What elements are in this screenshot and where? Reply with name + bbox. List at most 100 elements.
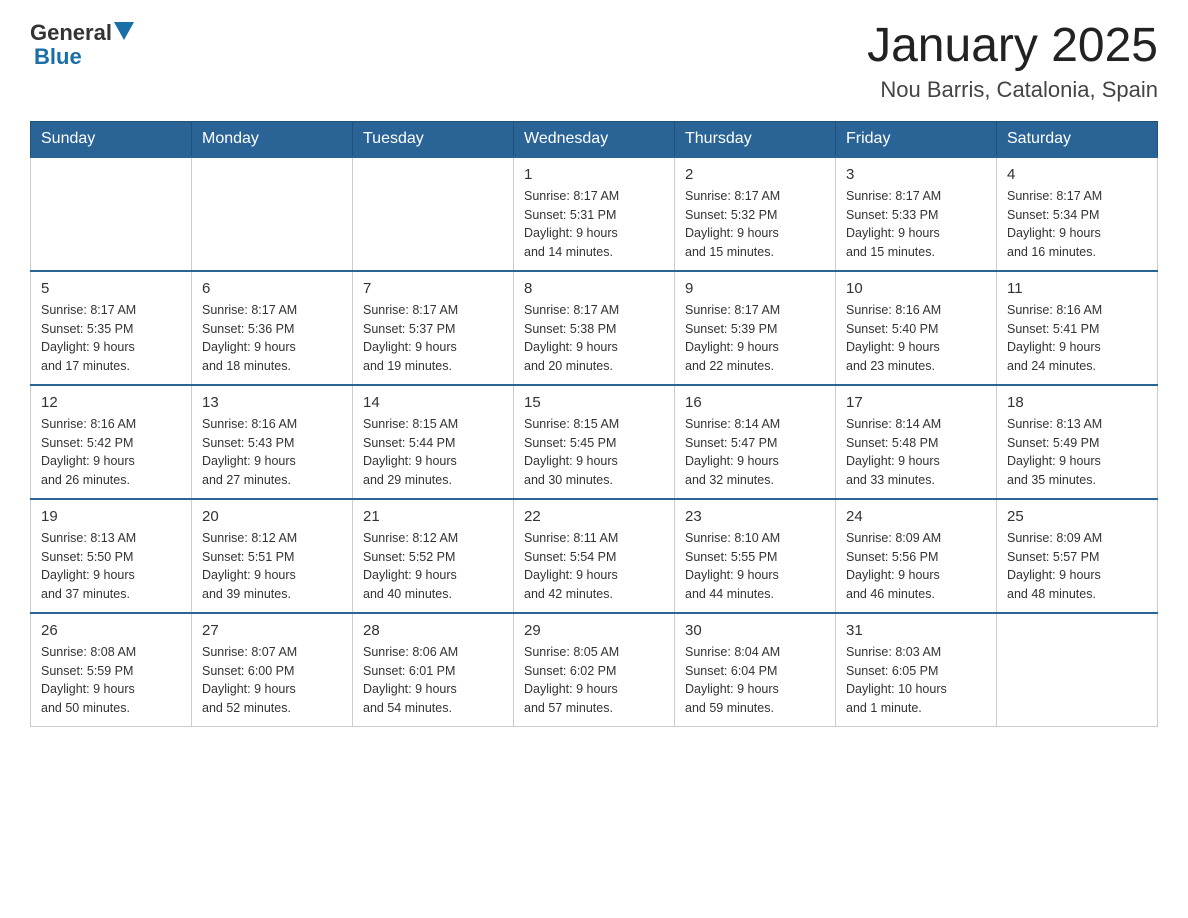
day-number: 15 [524,394,664,411]
month-title: January 2025 [867,20,1158,73]
calendar-cell: 31 Sunrise: 8:03 AM Sunset: 6:05 PM Dayli… [836,613,997,727]
day-number: 8 [524,280,664,297]
day-info: Sunrise: 8:12 AM Sunset: 5:52 PM Dayligh… [363,529,503,604]
weekday-header-tuesday: Tuesday [353,121,514,157]
day-number: 31 [846,622,986,639]
day-number: 21 [363,508,503,525]
day-info: Sunrise: 8:13 AM Sunset: 5:50 PM Dayligh… [41,529,181,604]
day-info: Sunrise: 8:05 AM Sunset: 6:02 PM Dayligh… [524,643,664,718]
calendar-cell: 1 Sunrise: 8:17 AM Sunset: 5:31 PM Daylig… [514,157,675,271]
day-number: 29 [524,622,664,639]
day-info: Sunrise: 8:15 AM Sunset: 5:45 PM Dayligh… [524,415,664,490]
calendar-cell: 30Sunrise: 8:04 AM Sunset: 6:04 PM Dayli… [675,613,836,727]
day-number: 22 [524,508,664,525]
day-number: 16 [685,394,825,411]
day-number: 12 [41,394,181,411]
calendar-cell: 27Sunrise: 8:07 AM Sunset: 6:00 PM Dayli… [192,613,353,727]
calendar-cell: 20 Sunrise: 8:12 AM Sunset: 5:51 PM Dayli… [192,499,353,613]
day-info: Sunrise: 8:17 AM Sunset: 5:39 PM Dayligh… [685,301,825,376]
calendar-cell: 25 Sunrise: 8:09 AM Sunset: 5:57 PM Dayli… [997,499,1158,613]
weekday-header-thursday: Thursday [675,121,836,157]
day-info: Sunrise: 8:17 AM Sunset: 5:31 PM Dayligh… [524,187,664,262]
day-number: 25 [1007,508,1147,525]
day-info: Sunrise: 8:07 AM Sunset: 6:00 PM Dayligh… [202,643,342,718]
day-number: 4 [1007,166,1147,183]
day-info: Sunrise: 8:14 AM Sunset: 5:48 PM Dayligh… [846,415,986,490]
day-info: Sunrise: 8:12 AM Sunset: 5:51 PM Dayligh… [202,529,342,604]
day-info: Sunrise: 8:16 AM Sunset: 5:41 PM Dayligh… [1007,301,1147,376]
page-header: General Blue January 2025 Nou Barris, Ca… [30,20,1158,103]
day-number: 9 [685,280,825,297]
calendar-cell: 24 Sunrise: 8:09 AM Sunset: 5:56 PM Dayli… [836,499,997,613]
day-number: 23 [685,508,825,525]
week-row-2: 5Sunrise: 8:17 AM Sunset: 5:35 PM Daylig… [31,271,1158,385]
logo-triangle-icon [114,22,134,40]
day-number: 3 [846,166,986,183]
day-info: Sunrise: 8:17 AM Sunset: 5:36 PM Dayligh… [202,301,342,376]
day-number: 18 [1007,394,1147,411]
day-info: Sunrise: 8:03 AM Sunset: 6:05 PM Dayligh… [846,643,986,718]
calendar-cell: 4 Sunrise: 8:17 AM Sunset: 5:34 PM Daylig… [997,157,1158,271]
day-info: Sunrise: 8:14 AM Sunset: 5:47 PM Dayligh… [685,415,825,490]
day-info: Sunrise: 8:17 AM Sunset: 5:33 PM Dayligh… [846,187,986,262]
calendar-cell: 12 Sunrise: 8:16 AM Sunset: 5:42 PM Dayli… [31,385,192,499]
weekday-header-wednesday: Wednesday [514,121,675,157]
day-number: 26 [41,622,181,639]
logo-blue-text: Blue [34,44,134,70]
calendar-cell: 2 Sunrise: 8:17 AM Sunset: 5:32 PM Daylig… [675,157,836,271]
day-info: Sunrise: 8:17 AM Sunset: 5:32 PM Dayligh… [685,187,825,262]
day-number: 14 [363,394,503,411]
calendar-cell: 22 Sunrise: 8:11 AM Sunset: 5:54 PM Dayli… [514,499,675,613]
day-info: Sunrise: 8:08 AM Sunset: 5:59 PM Dayligh… [41,643,181,718]
weekday-header-friday: Friday [836,121,997,157]
day-number: 6 [202,280,342,297]
calendar-cell: 13 Sunrise: 8:16 AM Sunset: 5:43 PM Dayli… [192,385,353,499]
calendar-table: SundayMondayTuesdayWednesdayThursdayFrid… [30,121,1158,727]
day-number: 19 [41,508,181,525]
day-info: Sunrise: 8:10 AM Sunset: 5:55 PM Dayligh… [685,529,825,604]
calendar-cell: 6 Sunrise: 8:17 AM Sunset: 5:36 PM Daylig… [192,271,353,385]
calendar-cell: 9 Sunrise: 8:17 AM Sunset: 5:39 PM Daylig… [675,271,836,385]
day-info: Sunrise: 8:16 AM Sunset: 5:43 PM Dayligh… [202,415,342,490]
calendar-cell: 3 Sunrise: 8:17 AM Sunset: 5:33 PM Daylig… [836,157,997,271]
day-number: 13 [202,394,342,411]
day-number: 24 [846,508,986,525]
week-row-1: 1 Sunrise: 8:17 AM Sunset: 5:31 PM Daylig… [31,157,1158,271]
calendar-cell: 5Sunrise: 8:17 AM Sunset: 5:35 PM Daylig… [31,271,192,385]
weekday-header-saturday: Saturday [997,121,1158,157]
calendar-cell: 21 Sunrise: 8:12 AM Sunset: 5:52 PM Dayli… [353,499,514,613]
calendar-cell: 16 Sunrise: 8:14 AM Sunset: 5:47 PM Dayli… [675,385,836,499]
week-row-5: 26 Sunrise: 8:08 AM Sunset: 5:59 PM Dayli… [31,613,1158,727]
day-info: Sunrise: 8:17 AM Sunset: 5:35 PM Dayligh… [41,301,181,376]
day-info: Sunrise: 8:11 AM Sunset: 5:54 PM Dayligh… [524,529,664,604]
title-block: January 2025 Nou Barris, Catalonia, Spai… [867,20,1158,103]
calendar-cell [192,157,353,271]
day-info: Sunrise: 8:09 AM Sunset: 5:57 PM Dayligh… [1007,529,1147,604]
day-info: Sunrise: 8:17 AM Sunset: 5:34 PM Dayligh… [1007,187,1147,262]
calendar-cell: 11Sunrise: 8:16 AM Sunset: 5:41 PM Dayli… [997,271,1158,385]
day-info: Sunrise: 8:09 AM Sunset: 5:56 PM Dayligh… [846,529,986,604]
day-number: 2 [685,166,825,183]
day-info: Sunrise: 8:06 AM Sunset: 6:01 PM Dayligh… [363,643,503,718]
calendar-cell [997,613,1158,727]
weekday-header-monday: Monday [192,121,353,157]
day-number: 7 [363,280,503,297]
logo-general-text: General [30,20,112,46]
calendar-cell: 10Sunrise: 8:16 AM Sunset: 5:40 PM Dayli… [836,271,997,385]
location-title: Nou Barris, Catalonia, Spain [867,77,1158,103]
day-info: Sunrise: 8:15 AM Sunset: 5:44 PM Dayligh… [363,415,503,490]
day-number: 10 [846,280,986,297]
weekday-header-row: SundayMondayTuesdayWednesdayThursdayFrid… [31,121,1158,157]
day-info: Sunrise: 8:16 AM Sunset: 5:42 PM Dayligh… [41,415,181,490]
day-info: Sunrise: 8:17 AM Sunset: 5:38 PM Dayligh… [524,301,664,376]
calendar-cell: 29 Sunrise: 8:05 AM Sunset: 6:02 PM Dayli… [514,613,675,727]
calendar-cell: 28Sunrise: 8:06 AM Sunset: 6:01 PM Dayli… [353,613,514,727]
calendar-cell: 26 Sunrise: 8:08 AM Sunset: 5:59 PM Dayli… [31,613,192,727]
week-row-4: 19 Sunrise: 8:13 AM Sunset: 5:50 PM Dayli… [31,499,1158,613]
day-number: 30 [685,622,825,639]
day-number: 1 [524,166,664,183]
day-number: 20 [202,508,342,525]
day-number: 17 [846,394,986,411]
weekday-header-sunday: Sunday [31,121,192,157]
logo: General Blue [30,20,134,70]
